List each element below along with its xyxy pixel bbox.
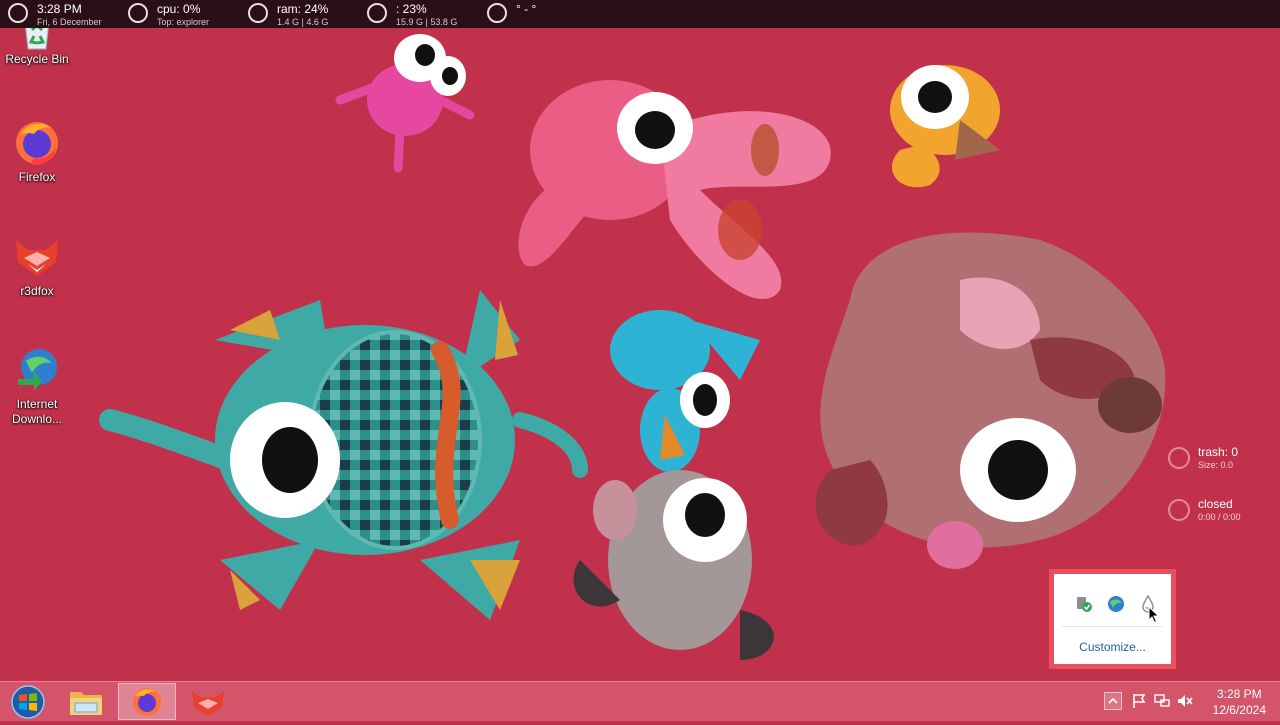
media-ring-icon bbox=[1168, 499, 1190, 521]
desktop-icon-internet-download-manager[interactable]: Internet Downlo... bbox=[0, 345, 74, 427]
disk-meter-value: : 23% bbox=[396, 2, 427, 16]
desktop-icon-label: Recycle Bin bbox=[5, 52, 69, 66]
network-icon[interactable] bbox=[1153, 692, 1171, 710]
trash-meter-count: trash: 0 bbox=[1198, 445, 1239, 459]
cpu-meter-value: cpu: 0% bbox=[157, 2, 201, 16]
cpu-meter-top-process: Top: explorer bbox=[157, 17, 210, 27]
usb-safely-remove-icon[interactable] bbox=[1074, 594, 1094, 614]
taskbar: 3:28 PM 12/6/2024 bbox=[0, 681, 1280, 721]
show-hidden-icons-chevron-icon[interactable] bbox=[1104, 692, 1122, 710]
ram-ring-icon bbox=[248, 3, 268, 23]
firefox-icon bbox=[12, 118, 62, 168]
desktop-icon-r3dfox[interactable]: r3dfox bbox=[0, 232, 74, 299]
action-center-flag-icon[interactable] bbox=[1130, 692, 1148, 710]
internet-download-manager-icon bbox=[12, 345, 62, 395]
desktop-icon-label: Firefox bbox=[18, 170, 56, 184]
desktop-icon-label: r3dfox bbox=[20, 284, 54, 298]
windows-logo-icon bbox=[11, 685, 45, 719]
clock-meter-date: Fri, 6 December bbox=[37, 17, 102, 27]
taskbar-clock[interactable]: 3:28 PM 12/6/2024 bbox=[1213, 686, 1266, 718]
clock-meter-time: 3:28 PM bbox=[37, 2, 82, 16]
weather-ring-icon bbox=[487, 3, 507, 23]
r3dfox-icon bbox=[12, 232, 62, 282]
mouse-cursor-icon bbox=[1148, 606, 1160, 624]
disk-meter-detail: 15.9 G | 53.8 G bbox=[396, 17, 458, 27]
weather-meter-value: ° - ° bbox=[516, 2, 537, 16]
firefox-taskbar-button[interactable] bbox=[118, 683, 176, 720]
customize-link[interactable]: Customize... bbox=[1054, 640, 1171, 654]
trash-ring-icon bbox=[1168, 447, 1190, 469]
media-meter-time: 0:00 / 0:00 bbox=[1198, 512, 1241, 522]
network-globe-icon[interactable] bbox=[1106, 594, 1126, 614]
r3dfox-taskbar-button[interactable] bbox=[179, 683, 237, 720]
taskbar-clock-date: 12/6/2024 bbox=[1212, 703, 1266, 717]
desktop-icon-recycle-bin[interactable]: Recycle Bin bbox=[0, 21, 74, 67]
desktop-icon-label: Internet Downlo... bbox=[11, 397, 63, 426]
firefox-icon bbox=[133, 688, 161, 716]
top-system-meter-bar: 3:28 PM Fri, 6 December cpu: 0% Top: exp… bbox=[0, 0, 1280, 28]
ram-meter-detail: 1.4 G | 4.6 G bbox=[277, 17, 329, 27]
start-button[interactable] bbox=[0, 683, 58, 720]
r3dfox-icon bbox=[192, 691, 224, 716]
ram-meter-value: ram: 24% bbox=[277, 2, 329, 16]
clock-ring-icon bbox=[8, 3, 28, 23]
volume-muted-icon[interactable] bbox=[1176, 692, 1194, 710]
trash-meter-size: Size: 0.0 bbox=[1198, 460, 1234, 470]
taskbar-clock-time: 3:28 PM bbox=[1216, 687, 1262, 701]
media-meter-status: closed bbox=[1198, 497, 1233, 511]
cpu-ring-icon bbox=[128, 3, 148, 23]
desktop-icon-firefox[interactable]: Firefox bbox=[0, 118, 74, 185]
disk-ring-icon bbox=[367, 3, 387, 23]
popup-divider bbox=[1062, 626, 1163, 627]
file-explorer-button[interactable] bbox=[57, 683, 115, 720]
folder-icon bbox=[70, 692, 102, 715]
